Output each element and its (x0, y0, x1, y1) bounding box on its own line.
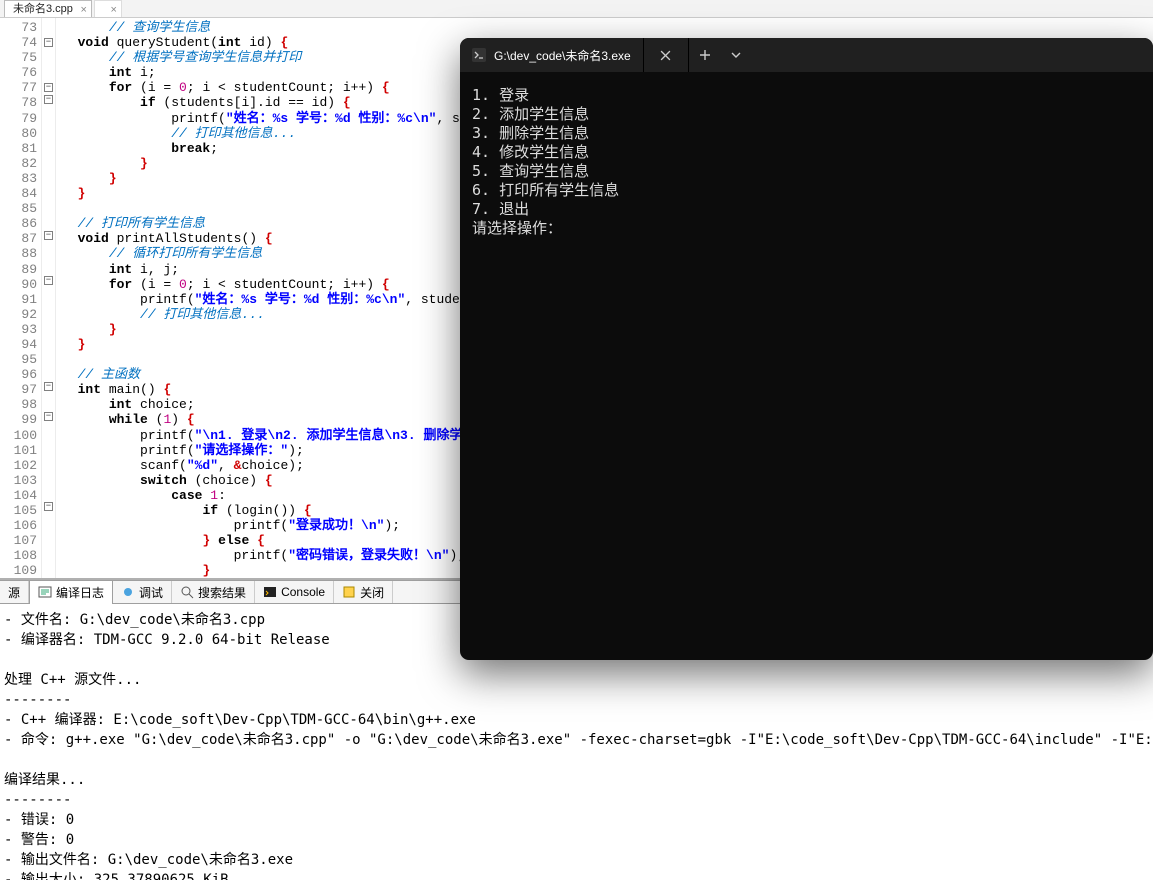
tab-close[interactable]: 关闭 (334, 581, 393, 603)
tab-label: 未命名3.cpp (13, 3, 73, 15)
fold-column[interactable]: −−−−−−−− (42, 18, 56, 578)
label: 搜索结果 (198, 584, 246, 601)
terminal-body[interactable]: 1. 登录 2. 添加学生信息 3. 删除学生信息 4. 修改学生信息 5. 查… (460, 72, 1153, 660)
tab-console[interactable]: Console (255, 581, 334, 603)
tab-dropdown-button[interactable] (722, 38, 750, 72)
tab-search[interactable]: 搜索结果 (172, 581, 255, 603)
editor-tab[interactable]: × (94, 0, 122, 17)
label: Console (281, 585, 325, 599)
close-icon[interactable]: × (80, 2, 86, 18)
tab-debug[interactable]: 调试 (113, 581, 172, 603)
tab-resource[interactable]: 源 (0, 581, 29, 603)
search-icon (180, 585, 194, 599)
label: 源 (8, 584, 20, 601)
terminal-titlebar[interactable]: G:\dev_code\未命名3.exe (460, 38, 1153, 72)
label: 编译日志 (56, 584, 104, 601)
plus-icon (699, 49, 711, 61)
editor-tabs: 未命名3.cpp × × (0, 0, 1153, 18)
tab-close-button[interactable] (644, 38, 688, 72)
tab-compile-log[interactable]: 编译日志 (29, 580, 113, 604)
editor-tab[interactable]: 未命名3.cpp × (4, 0, 92, 17)
console-icon (263, 585, 277, 599)
line-gutter: 73 74 75 76 77 78 79 80 81 82 83 84 85 8… (0, 18, 42, 578)
close-icon[interactable]: × (110, 2, 116, 18)
terminal-window[interactable]: G:\dev_code\未命名3.exe 1. 登录 2. 添加学生信息 3. … (460, 38, 1153, 660)
cmd-icon (472, 48, 486, 62)
new-tab-button[interactable] (688, 38, 722, 72)
bug-icon (121, 585, 135, 599)
log-icon (38, 585, 52, 599)
terminal-tab[interactable]: G:\dev_code\未命名3.exe (460, 38, 644, 72)
terminal-title: G:\dev_code\未命名3.exe (494, 47, 631, 64)
close-icon (660, 50, 671, 61)
label: 关闭 (360, 584, 384, 601)
label: 调试 (139, 584, 163, 601)
save-icon (342, 585, 356, 599)
chevron-down-icon (730, 49, 742, 61)
